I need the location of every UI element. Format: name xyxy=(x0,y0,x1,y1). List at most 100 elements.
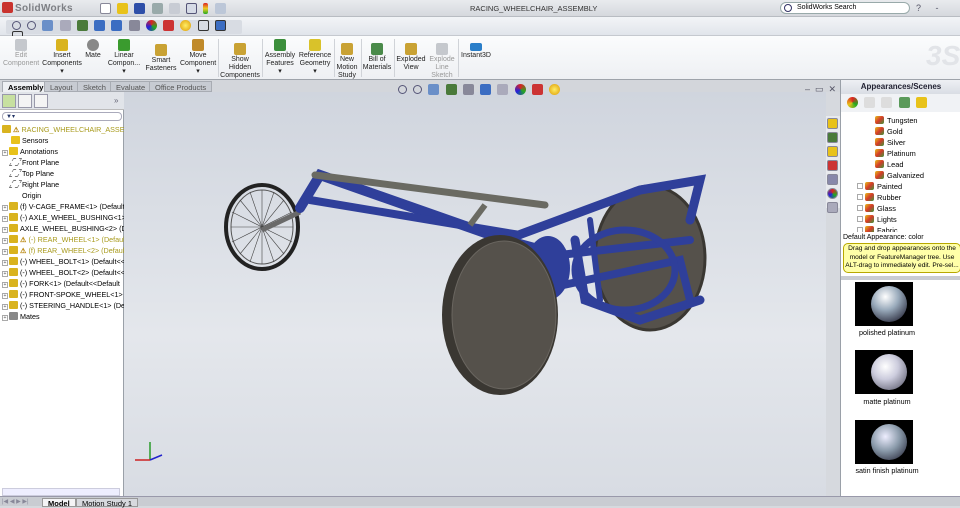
hide-show-icon[interactable] xyxy=(111,20,123,31)
expand-icon[interactable]: + xyxy=(2,293,8,299)
tree-root[interactable]: ⚠ RACING_WHEELCHAIR_ASSEMBLY xyxy=(2,124,144,135)
tree-item[interactable]: + Annotations xyxy=(2,146,58,157)
insert-components-button[interactable]: Insert Components ▾ xyxy=(42,39,82,76)
zoom-to-fit-icon[interactable] xyxy=(398,85,407,94)
edit-component-button[interactable]: Edit Component xyxy=(3,39,39,68)
add-file-icon[interactable] xyxy=(881,97,893,108)
assembly-features-button[interactable]: Assembly Features ▾ xyxy=(264,39,296,76)
save-icon[interactable] xyxy=(134,3,146,14)
tree-item[interactable]: Top Plane xyxy=(2,168,54,179)
feature-tree-tab-icon[interactable] xyxy=(2,94,16,108)
rebuild-icon[interactable] xyxy=(203,3,209,14)
view-orientation-icon[interactable] xyxy=(462,84,474,95)
expand-icon[interactable]: + xyxy=(2,249,8,255)
mate-button[interactable]: Mate xyxy=(84,39,102,60)
tab-sketch[interactable]: Sketch xyxy=(77,81,112,92)
graphics-area[interactable] xyxy=(124,92,826,496)
scene-icon[interactable] xyxy=(163,20,175,31)
tree-item[interactable]: + ⚠ (-) REAR_WHEEL<1> (Default xyxy=(2,234,127,245)
expand-icon[interactable]: + xyxy=(2,216,8,222)
exploded-view-button[interactable]: Exploded View xyxy=(396,43,426,72)
display-style-icon[interactable] xyxy=(94,20,106,31)
expand-icon[interactable] xyxy=(857,205,863,211)
appearance-category[interactable]: Painted xyxy=(857,181,902,192)
appearance-folder[interactable]: Gold xyxy=(875,126,903,137)
display-style-icon[interactable] xyxy=(480,84,492,95)
property-manager-tab-icon[interactable] xyxy=(18,94,32,108)
expand-icon[interactable]: + xyxy=(2,315,8,321)
new-motion-study-button[interactable]: New Motion Study xyxy=(335,43,359,80)
instant3d-button[interactable]: Instant3D xyxy=(460,43,492,60)
appearance-icon[interactable] xyxy=(145,20,157,31)
edit-appearance-icon[interactable] xyxy=(514,84,526,95)
appearance-folder[interactable]: Platinum xyxy=(875,148,916,159)
wheelchair-model[interactable] xyxy=(124,92,826,496)
swatch-matte-platinum[interactable] xyxy=(855,350,913,394)
tree-item[interactable]: Origin xyxy=(2,190,41,201)
search-input[interactable]: SolidWorks Search xyxy=(780,2,910,14)
hide-show-items-icon[interactable] xyxy=(497,84,509,95)
expand-icon[interactable]: + xyxy=(2,304,8,310)
viewport-single-icon[interactable] xyxy=(197,20,209,31)
appearance-folder[interactable]: Tungsten xyxy=(875,115,918,126)
swatch-polished-platinum[interactable] xyxy=(855,282,913,326)
tab-layout[interactable]: Layout xyxy=(44,81,79,92)
custom-properties-icon[interactable] xyxy=(827,202,838,213)
appearances-home-icon[interactable] xyxy=(847,97,858,108)
bill-of-materials-button[interactable]: Bill of Materials xyxy=(362,43,392,72)
section-view-icon[interactable] xyxy=(59,20,71,31)
expand-icon[interactable] xyxy=(857,194,863,200)
zoom-area-icon[interactable] xyxy=(27,21,37,30)
previous-view-icon[interactable] xyxy=(42,20,54,31)
section-view-icon[interactable] xyxy=(445,84,457,95)
expand-icon[interactable]: + xyxy=(2,227,8,233)
open-folder-icon[interactable] xyxy=(117,3,129,14)
expand-icon[interactable]: + xyxy=(2,282,8,288)
configuration-manager-tab-icon[interactable] xyxy=(34,94,48,108)
tree-item[interactable]: + ⚠ (f) REAR_WHEEL<2> (Default xyxy=(2,245,126,256)
reference-geometry-button[interactable]: Reference Geometry ▾ xyxy=(298,39,332,76)
new-file-icon[interactable] xyxy=(100,3,111,14)
add-folder-icon[interactable] xyxy=(864,97,876,108)
expand-icon[interactable] xyxy=(857,183,863,189)
undo-icon[interactable] xyxy=(168,3,180,14)
zoom-to-area-icon[interactable] xyxy=(413,85,423,94)
show-hidden-components-button[interactable]: Show Hidden Components xyxy=(220,43,260,80)
design-library-icon[interactable] xyxy=(827,132,838,143)
tab-navigation-arrows[interactable]: |◀ ◀ ▶ ▶| xyxy=(2,498,29,505)
swatch-satin-finish-platinum[interactable] xyxy=(855,420,913,464)
tree-item[interactable]: + AXLE_WHEEL_BUSHING<2> (Default xyxy=(2,223,144,234)
select-pointer-icon[interactable] xyxy=(186,3,198,14)
view-palette-icon[interactable] xyxy=(827,174,838,185)
linear-pattern-button[interactable]: Linear Compon... ▾ xyxy=(105,39,143,76)
expand-icon[interactable] xyxy=(857,227,863,232)
apply-scene-icon[interactable] xyxy=(531,84,543,95)
expand-icon[interactable]: + xyxy=(2,260,8,266)
appearance-category[interactable]: Lights xyxy=(857,214,897,225)
appearance-category[interactable]: Rubber xyxy=(857,192,901,203)
file-explorer-icon[interactable] xyxy=(827,146,838,157)
realview-icon[interactable] xyxy=(180,20,192,31)
appearance-folder[interactable]: Galvanized xyxy=(875,170,924,181)
refresh-icon[interactable] xyxy=(898,97,910,108)
viewport-two-icon[interactable] xyxy=(214,20,226,31)
tree-item[interactable]: + (-) FRONT-SPOKE_WHEEL<1> xyxy=(2,289,123,300)
view-orientation-icon[interactable] xyxy=(76,20,88,31)
smart-fasteners-button[interactable]: Smart Fasteners xyxy=(144,44,178,73)
previous-view-icon[interactable] xyxy=(428,84,440,95)
expand-panel-icon[interactable]: » xyxy=(114,96,118,105)
appearance-category[interactable]: Glass xyxy=(857,203,896,214)
solidworks-logo[interactable]: SolidWorks xyxy=(2,2,73,14)
tree-item[interactable]: + Mates xyxy=(2,311,40,322)
tree-item[interactable]: Sensors xyxy=(2,135,48,146)
tree-item[interactable]: Front Plane xyxy=(2,157,59,168)
expand-icon[interactable]: + xyxy=(2,150,8,156)
explode-line-sketch-button[interactable]: Explode Line Sketch xyxy=(428,43,456,80)
horizontal-scrollbar[interactable] xyxy=(2,488,120,496)
appearance-folder[interactable]: Lead xyxy=(875,159,903,170)
tab-evaluate[interactable]: Evaluate xyxy=(110,81,152,92)
expand-icon[interactable]: + xyxy=(2,205,8,211)
expand-icon[interactable]: + xyxy=(2,238,8,244)
tab-assembly[interactable]: Assembly xyxy=(2,81,50,92)
options-icon[interactable] xyxy=(214,3,226,14)
